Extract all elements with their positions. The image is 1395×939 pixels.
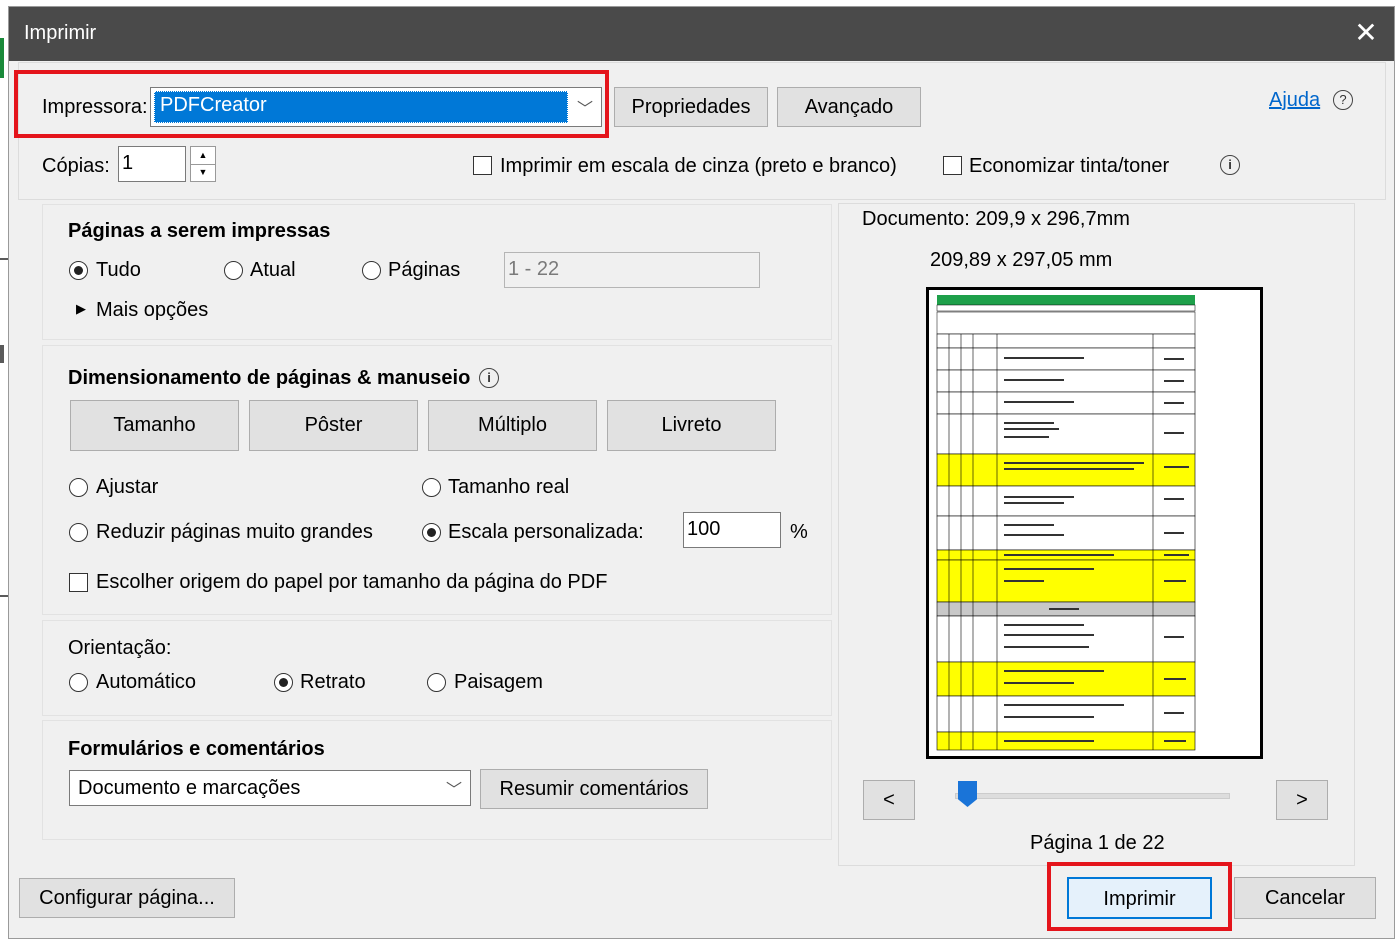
tab-booklet[interactable]: Livreto <box>607 400 776 451</box>
radio-fit-label: Ajustar <box>96 476 159 498</box>
radio-custom-scale[interactable] <box>422 523 441 542</box>
save-ink-label: Economizar tinta/toner <box>969 155 1170 177</box>
forms-selected-value: Documento e marcações <box>78 777 301 799</box>
radio-shrink-label: Reduzir páginas muito grandes <box>96 521 373 543</box>
forms-heading: Formulários e comentários <box>68 738 325 760</box>
radio-current-label: Atual <box>250 259 296 281</box>
pages-heading: Páginas a serem impressas <box>68 220 331 242</box>
stepper-up-icon[interactable]: ▲ <box>191 147 215 165</box>
paper-source-label: Escolher origem do papel por tamanho da … <box>96 571 608 593</box>
tab-size[interactable]: Tamanho <box>70 400 239 451</box>
radio-current-page[interactable] <box>224 261 243 280</box>
radio-portrait-label: Retrato <box>300 671 366 693</box>
orientation-panel <box>42 620 832 716</box>
background-edge-mark <box>0 258 8 260</box>
radio-all-pages[interactable] <box>69 261 88 280</box>
orientation-label: Orientação: <box>68 637 172 659</box>
radio-actual-size-label: Tamanho real <box>448 476 570 498</box>
page-range-input[interactable]: 1 - 22 <box>504 252 760 288</box>
radio-all-label: Tudo <box>96 259 141 281</box>
grayscale-checkbox[interactable] <box>473 156 492 175</box>
radio-actual-size[interactable] <box>422 478 441 497</box>
tab-multiple[interactable]: Múltiplo <box>428 400 597 451</box>
paper-size-label: 209,89 x 297,05 mm <box>930 249 1113 271</box>
summarize-comments-button[interactable]: Resumir comentários <box>480 769 708 809</box>
radio-auto-orientation[interactable] <box>69 673 88 692</box>
chevron-down-icon[interactable]: ﹀ <box>446 776 462 800</box>
title-bar[interactable]: Imprimir ✕ <box>9 7 1394 61</box>
document-size-label: Documento: 209,9 x 296,7mm <box>862 208 1130 230</box>
radio-range-label: Páginas <box>388 259 461 281</box>
page-indicator: Página 1 de 22 <box>1030 832 1165 854</box>
scale-input[interactable]: 100 <box>683 512 781 548</box>
background-edge-mark <box>0 345 4 363</box>
background-edge-mark <box>0 38 4 78</box>
page-setup-button[interactable]: Configurar página... <box>19 878 235 918</box>
info-icon[interactable]: i <box>479 368 499 388</box>
page-slider-track[interactable] <box>955 793 1230 799</box>
tab-poster[interactable]: Pôster <box>249 400 418 451</box>
previous-page-button[interactable]: < <box>863 780 915 820</box>
sizing-heading: Dimensionamento de páginas & manuseio <box>68 367 471 389</box>
print-highlight-annotation <box>1047 862 1232 931</box>
window-title: Imprimir <box>24 22 97 44</box>
scale-unit: % <box>790 521 808 543</box>
background-edge-mark <box>0 595 8 597</box>
radio-landscape-label: Paisagem <box>454 671 543 693</box>
paper-source-checkbox[interactable] <box>69 573 88 592</box>
page-preview-thumbnail <box>926 287 1263 759</box>
radio-auto-label: Automático <box>96 671 197 693</box>
question-circle-icon[interactable]: ? <box>1333 90 1353 110</box>
more-options-toggle[interactable]: Mais opções <box>96 299 208 322</box>
copies-stepper[interactable]: ▲ ▼ <box>190 146 216 182</box>
radio-custom-scale-label: Escala personalizada: <box>448 521 644 543</box>
next-page-button[interactable]: > <box>1276 780 1328 820</box>
copies-label: Cópias: <box>42 155 110 177</box>
radio-portrait[interactable] <box>274 673 293 692</box>
info-icon[interactable]: i <box>1220 155 1240 175</box>
copies-input[interactable]: 1 <box>118 146 186 182</box>
save-ink-checkbox[interactable] <box>943 156 962 175</box>
radio-fit[interactable] <box>69 478 88 497</box>
properties-button[interactable]: Propriedades <box>614 87 768 127</box>
close-icon[interactable]: ✕ <box>1348 15 1384 51</box>
page-preview-graphic <box>936 295 1196 751</box>
expand-triangle-icon[interactable]: ▶ <box>76 301 86 317</box>
advanced-button[interactable]: Avançado <box>777 87 921 127</box>
radio-page-range[interactable] <box>362 261 381 280</box>
stepper-down-icon[interactable]: ▼ <box>191 164 215 181</box>
radio-shrink[interactable] <box>69 523 88 542</box>
forms-select[interactable]: Documento e marcações ﹀ <box>69 770 471 806</box>
radio-landscape[interactable] <box>427 673 446 692</box>
grayscale-label: Imprimir em escala de cinza (preto e bra… <box>500 155 897 177</box>
printer-highlight-annotation <box>14 70 609 138</box>
cancel-button[interactable]: Cancelar <box>1234 877 1376 919</box>
help-link[interactable]: Ajuda <box>1269 89 1320 112</box>
